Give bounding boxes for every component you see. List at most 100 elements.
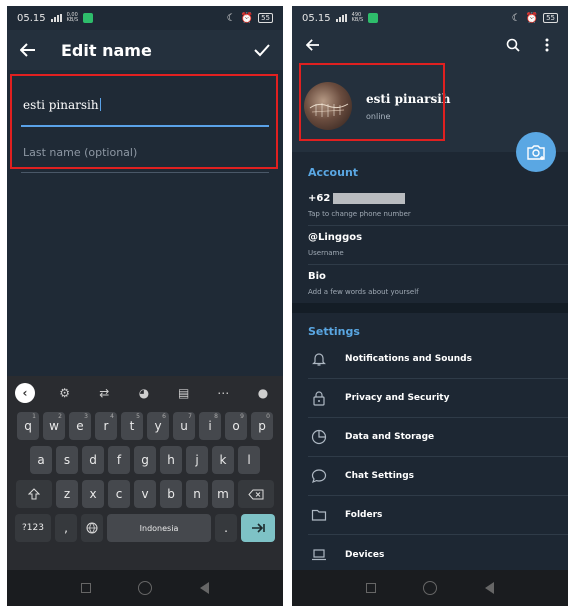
key-w[interactable]: w2 — [43, 412, 65, 440]
key-i[interactable]: i8 — [199, 412, 221, 440]
last-name-field[interactable]: Last name (optional) — [21, 127, 269, 173]
key-s[interactable]: s — [56, 446, 78, 474]
settings-item-data-storage[interactable]: Data and Storage — [308, 418, 568, 457]
key-p[interactable]: p0 — [251, 412, 273, 440]
key-q[interactable]: q1 — [17, 412, 39, 440]
checkmark-icon[interactable] — [251, 39, 273, 61]
symbols-key[interactable]: ?123 — [15, 514, 51, 542]
section-divider — [292, 303, 568, 313]
whatsapp-notification-icon — [368, 13, 379, 23]
key-n[interactable]: n — [186, 480, 208, 508]
recents-nav-icon[interactable] — [365, 583, 376, 593]
recents-nav-icon[interactable] — [80, 583, 91, 593]
status-time: 05.15 — [17, 12, 46, 24]
alarm-icon: ⏰ — [240, 12, 254, 24]
clipboard-icon[interactable]: ▤ — [174, 383, 194, 403]
key-u[interactable]: u7 — [173, 412, 195, 440]
profile-name-block: esti pinarsih online — [366, 92, 450, 121]
settings-section-title: Settings — [308, 325, 360, 338]
back-nav-icon[interactable] — [200, 582, 210, 594]
translate-icon[interactable]: ⇄ — [94, 383, 114, 403]
username-item[interactable]: @Linggos Username — [308, 226, 568, 265]
search-icon[interactable] — [502, 34, 524, 56]
first-name-field[interactable]: esti pinarsih — [21, 80, 269, 127]
phone-hint: Tap to change phone number — [308, 210, 411, 218]
settings-screen: 05.15 490 KB/S ☾ ⏰ 55 esti pinarsih onli… — [292, 6, 568, 606]
more-vertical-icon[interactable] — [536, 34, 558, 56]
key-o[interactable]: o9 — [225, 412, 247, 440]
status-bar: 05.15 490 KB/S ☾ ⏰ 55 — [292, 6, 568, 30]
key-f[interactable]: f — [108, 446, 130, 474]
battery-icon: 55 — [258, 13, 273, 23]
more-icon[interactable]: ⋯ — [213, 383, 233, 403]
key-r[interactable]: r4 — [95, 412, 117, 440]
username-hint: Username — [308, 249, 344, 257]
globe-key-icon[interactable] — [81, 514, 103, 542]
key-v[interactable]: v — [134, 480, 156, 508]
last-name-placeholder: Last name (optional) — [23, 146, 138, 159]
keyboard-row-2: a s d f g h j k l — [11, 446, 279, 474]
period-key[interactable]: . — [215, 514, 237, 542]
bio-label: Bio — [308, 271, 326, 282]
key-g[interactable]: g — [134, 446, 156, 474]
enter-key-icon[interactable] — [241, 514, 275, 542]
moon-icon: ☾ — [226, 12, 236, 24]
avatar[interactable] — [304, 82, 352, 130]
key-b[interactable]: b — [160, 480, 182, 508]
whatsapp-notification-icon — [83, 13, 94, 23]
pie-chart-icon — [308, 426, 330, 448]
key-c[interactable]: c — [108, 480, 130, 508]
home-nav-icon[interactable] — [423, 581, 438, 595]
alarm-icon: ⏰ — [525, 12, 539, 24]
settings-item-privacy[interactable]: Privacy and Security — [308, 379, 568, 418]
settings-item-folders[interactable]: Folders — [308, 496, 568, 535]
key-d[interactable]: d — [82, 446, 104, 474]
signal-icon — [50, 14, 62, 22]
lock-icon — [308, 387, 330, 409]
network-speed: 490 KB/S — [351, 12, 364, 23]
phone-number-item[interactable]: +62 Tap to change phone number — [308, 187, 568, 226]
palette-icon[interactable]: ◕ — [134, 383, 154, 403]
bell-icon — [308, 348, 330, 370]
microphone-icon[interactable]: ● — [253, 383, 273, 403]
key-l[interactable]: l — [238, 446, 260, 474]
set-photo-camera-icon[interactable] — [516, 132, 556, 172]
phone-prefix: +62 — [308, 193, 331, 204]
key-x[interactable]: x — [82, 480, 104, 508]
battery-icon: 55 — [543, 13, 558, 23]
network-speed: 0,00 KB/S — [66, 12, 79, 23]
key-k[interactable]: k — [212, 446, 234, 474]
backspace-key-icon[interactable] — [238, 480, 274, 508]
back-arrow-icon[interactable] — [17, 39, 39, 61]
bio-item[interactable]: Bio Add a few words about yourself — [308, 265, 568, 303]
settings-item-chat-settings[interactable]: Chat Settings — [308, 457, 568, 496]
back-arrow-icon[interactable] — [302, 34, 324, 56]
shift-key-icon[interactable] — [16, 480, 52, 508]
keyboard-row-1: q1 w2 e3 r4 t5 y6 u7 i8 o9 p0 — [11, 412, 279, 440]
settings-item-notifications[interactable]: Notifications and Sounds — [308, 340, 568, 379]
key-h[interactable]: h — [160, 446, 182, 474]
gear-icon[interactable]: ⚙ — [55, 383, 75, 403]
folder-icon — [308, 504, 330, 526]
text-caret — [99, 98, 101, 111]
back-nav-icon[interactable] — [485, 582, 495, 594]
settings-item-devices[interactable]: Devices — [308, 535, 568, 574]
status-bar: 05.15 0,00 KB/S ☾ ⏰ 55 — [7, 6, 283, 30]
key-e[interactable]: e3 — [69, 412, 91, 440]
key-m[interactable]: m — [212, 480, 234, 508]
system-navigation-bar — [7, 570, 283, 606]
page-title: Edit name — [61, 40, 152, 60]
keyboard-back-icon[interactable]: ‹ — [15, 383, 35, 403]
name-fields: esti pinarsih Last name (optional) — [7, 70, 283, 173]
key-t[interactable]: t5 — [121, 412, 143, 440]
key-j[interactable]: j — [186, 446, 208, 474]
home-nav-icon[interactable] — [138, 581, 153, 595]
app-bar — [292, 30, 568, 60]
settings-item-label: Folders — [345, 510, 383, 520]
comma-key[interactable]: , — [55, 514, 77, 542]
settings-item-label: Notifications and Sounds — [345, 354, 472, 364]
space-key[interactable]: Indonesia — [107, 514, 211, 542]
key-y[interactable]: y6 — [147, 412, 169, 440]
key-z[interactable]: z — [56, 480, 78, 508]
key-a[interactable]: a — [30, 446, 52, 474]
